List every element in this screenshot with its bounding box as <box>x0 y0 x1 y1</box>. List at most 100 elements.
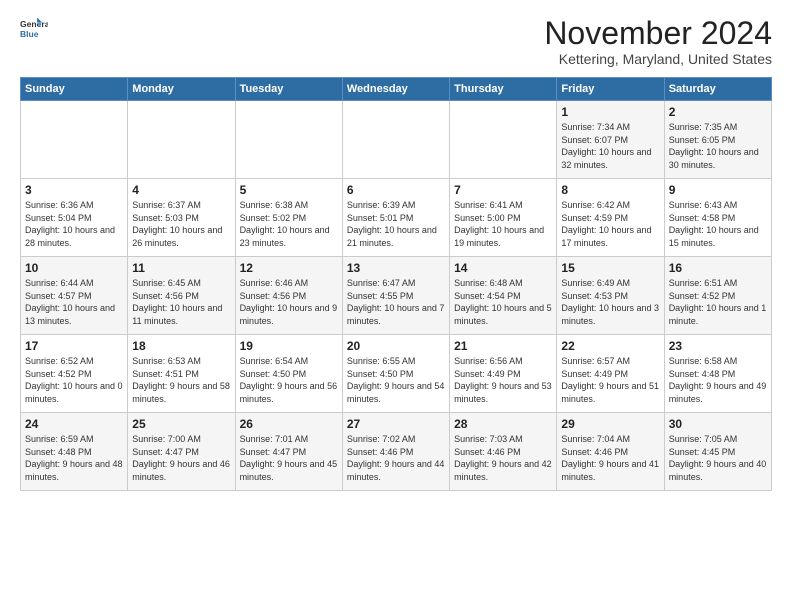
day-number: 3 <box>25 183 123 197</box>
location: Kettering, Maryland, United States <box>544 51 772 67</box>
day-details: Sunrise: 6:36 AM Sunset: 5:04 PM Dayligh… <box>25 199 123 249</box>
day-details: Sunrise: 6:39 AM Sunset: 5:01 PM Dayligh… <box>347 199 445 249</box>
calendar-body: 1Sunrise: 7:34 AM Sunset: 6:07 PM Daylig… <box>21 101 772 491</box>
calendar-cell: 19 Sunrise: 6:54 AM Sunset: 4:50 PM Dayli… <box>235 335 342 413</box>
day-details: Sunrise: 6:41 AM Sunset: 5:00 PM Dayligh… <box>454 199 552 249</box>
day-number: 2 <box>669 105 767 119</box>
day-number: 17 <box>25 339 123 353</box>
day-details: Sunrise: 6:44 AM Sunset: 4:57 PM Dayligh… <box>25 277 123 327</box>
day-details: Sunrise: 7:03 AM Sunset: 4:46 PM Dayligh… <box>454 433 552 483</box>
logo: GeneralBlue <box>20 16 48 44</box>
calendar-header: Sunday Monday Tuesday Wednesday Thursday… <box>21 78 772 101</box>
day-details: Sunrise: 6:57 AM Sunset: 4:49 PM Dayligh… <box>561 355 659 405</box>
day-details: Sunrise: 7:35 AM Sunset: 6:05 PM Dayligh… <box>669 121 767 171</box>
calendar-cell: 29 Sunrise: 7:04 AM Sunset: 4:46 PM Dayli… <box>557 413 664 491</box>
header-friday: Friday <box>557 78 664 101</box>
day-number: 15 <box>561 261 659 275</box>
day-number: 24 <box>25 417 123 431</box>
day-details: Sunrise: 6:37 AM Sunset: 5:03 PM Dayligh… <box>132 199 230 249</box>
day-details: Sunrise: 6:46 AM Sunset: 4:56 PM Dayligh… <box>240 277 338 327</box>
day-details: Sunrise: 7:02 AM Sunset: 4:46 PM Dayligh… <box>347 433 445 483</box>
calendar-cell: 26 Sunrise: 7:01 AM Sunset: 4:47 PM Dayli… <box>235 413 342 491</box>
day-number: 12 <box>240 261 338 275</box>
calendar-cell: 3 Sunrise: 6:36 AM Sunset: 5:04 PM Daylig… <box>21 179 128 257</box>
calendar-cell: 17 Sunrise: 6:52 AM Sunset: 4:52 PM Dayli… <box>21 335 128 413</box>
day-number: 18 <box>132 339 230 353</box>
calendar-cell: 2 Sunrise: 7:35 AM Sunset: 6:05 PM Daylig… <box>664 101 771 179</box>
day-details: Sunrise: 6:42 AM Sunset: 4:59 PM Dayligh… <box>561 199 659 249</box>
header-wednesday: Wednesday <box>342 78 449 101</box>
day-number: 9 <box>669 183 767 197</box>
day-details: Sunrise: 6:43 AM Sunset: 4:58 PM Dayligh… <box>669 199 767 249</box>
day-number: 19 <box>240 339 338 353</box>
calendar-cell <box>342 101 449 179</box>
day-details: Sunrise: 6:52 AM Sunset: 4:52 PM Dayligh… <box>25 355 123 405</box>
calendar-cell: 15 Sunrise: 6:49 AM Sunset: 4:53 PM Dayli… <box>557 257 664 335</box>
calendar-cell: 28 Sunrise: 7:03 AM Sunset: 4:46 PM Dayli… <box>450 413 557 491</box>
calendar-cell: 12 Sunrise: 6:46 AM Sunset: 4:56 PM Dayli… <box>235 257 342 335</box>
title-block: November 2024 Kettering, Maryland, Unite… <box>544 16 772 67</box>
calendar-week-1: 1Sunrise: 7:34 AM Sunset: 6:07 PM Daylig… <box>21 101 772 179</box>
calendar-week-2: 3 Sunrise: 6:36 AM Sunset: 5:04 PM Daylig… <box>21 179 772 257</box>
day-number: 26 <box>240 417 338 431</box>
day-details: Sunrise: 6:48 AM Sunset: 4:54 PM Dayligh… <box>454 277 552 327</box>
day-details: Sunrise: 6:59 AM Sunset: 4:48 PM Dayligh… <box>25 433 123 483</box>
calendar-cell: 4Sunrise: 6:37 AM Sunset: 5:03 PM Daylig… <box>128 179 235 257</box>
calendar-cell: 27 Sunrise: 7:02 AM Sunset: 4:46 PM Dayli… <box>342 413 449 491</box>
calendar-cell <box>21 101 128 179</box>
calendar-cell: 18Sunrise: 6:53 AM Sunset: 4:51 PM Dayli… <box>128 335 235 413</box>
header-monday: Monday <box>128 78 235 101</box>
calendar-cell: 22 Sunrise: 6:57 AM Sunset: 4:49 PM Dayli… <box>557 335 664 413</box>
calendar-cell <box>450 101 557 179</box>
day-number: 27 <box>347 417 445 431</box>
day-details: Sunrise: 7:04 AM Sunset: 4:46 PM Dayligh… <box>561 433 659 483</box>
calendar-week-3: 10 Sunrise: 6:44 AM Sunset: 4:57 PM Dayli… <box>21 257 772 335</box>
day-number: 25 <box>132 417 230 431</box>
day-number: 14 <box>454 261 552 275</box>
day-number: 11 <box>132 261 230 275</box>
calendar-cell: 7 Sunrise: 6:41 AM Sunset: 5:00 PM Daylig… <box>450 179 557 257</box>
calendar-cell: 16 Sunrise: 6:51 AM Sunset: 4:52 PM Dayli… <box>664 257 771 335</box>
calendar-cell: 14 Sunrise: 6:48 AM Sunset: 4:54 PM Dayli… <box>450 257 557 335</box>
svg-text:General: General <box>20 19 48 29</box>
calendar-week-4: 17 Sunrise: 6:52 AM Sunset: 4:52 PM Dayli… <box>21 335 772 413</box>
day-number: 7 <box>454 183 552 197</box>
day-details: Sunrise: 6:51 AM Sunset: 4:52 PM Dayligh… <box>669 277 767 327</box>
day-number: 10 <box>25 261 123 275</box>
calendar-cell <box>235 101 342 179</box>
calendar-cell: 8 Sunrise: 6:42 AM Sunset: 4:59 PM Daylig… <box>557 179 664 257</box>
day-number: 30 <box>669 417 767 431</box>
month-title: November 2024 <box>544 16 772 51</box>
calendar-cell: 25Sunrise: 7:00 AM Sunset: 4:47 PM Dayli… <box>128 413 235 491</box>
calendar-week-5: 24 Sunrise: 6:59 AM Sunset: 4:48 PM Dayli… <box>21 413 772 491</box>
day-number: 8 <box>561 183 659 197</box>
day-number: 16 <box>669 261 767 275</box>
day-number: 23 <box>669 339 767 353</box>
header-tuesday: Tuesday <box>235 78 342 101</box>
calendar-table: Sunday Monday Tuesday Wednesday Thursday… <box>20 77 772 491</box>
calendar-cell: 24 Sunrise: 6:59 AM Sunset: 4:48 PM Dayli… <box>21 413 128 491</box>
calendar-cell: 1Sunrise: 7:34 AM Sunset: 6:07 PM Daylig… <box>557 101 664 179</box>
calendar-cell: 30Sunrise: 7:05 AM Sunset: 4:45 PM Dayli… <box>664 413 771 491</box>
day-number: 5 <box>240 183 338 197</box>
calendar-cell: 6Sunrise: 6:39 AM Sunset: 5:01 PM Daylig… <box>342 179 449 257</box>
header: GeneralBlue November 2024 Kettering, Mar… <box>20 16 772 67</box>
day-details: Sunrise: 7:01 AM Sunset: 4:47 PM Dayligh… <box>240 433 338 483</box>
day-details: Sunrise: 7:34 AM Sunset: 6:07 PM Dayligh… <box>561 121 659 171</box>
day-number: 29 <box>561 417 659 431</box>
header-row: Sunday Monday Tuesday Wednesday Thursday… <box>21 78 772 101</box>
day-number: 20 <box>347 339 445 353</box>
day-details: Sunrise: 6:58 AM Sunset: 4:48 PM Dayligh… <box>669 355 767 405</box>
day-number: 22 <box>561 339 659 353</box>
page: GeneralBlue November 2024 Kettering, Mar… <box>0 0 792 501</box>
calendar-cell: 10 Sunrise: 6:44 AM Sunset: 4:57 PM Dayli… <box>21 257 128 335</box>
calendar-cell <box>128 101 235 179</box>
day-number: 13 <box>347 261 445 275</box>
day-details: Sunrise: 6:49 AM Sunset: 4:53 PM Dayligh… <box>561 277 659 327</box>
calendar-cell: 21Sunrise: 6:56 AM Sunset: 4:49 PM Dayli… <box>450 335 557 413</box>
day-number: 28 <box>454 417 552 431</box>
day-details: Sunrise: 6:54 AM Sunset: 4:50 PM Dayligh… <box>240 355 338 405</box>
day-details: Sunrise: 6:38 AM Sunset: 5:02 PM Dayligh… <box>240 199 338 249</box>
day-details: Sunrise: 6:56 AM Sunset: 4:49 PM Dayligh… <box>454 355 552 405</box>
header-sunday: Sunday <box>21 78 128 101</box>
